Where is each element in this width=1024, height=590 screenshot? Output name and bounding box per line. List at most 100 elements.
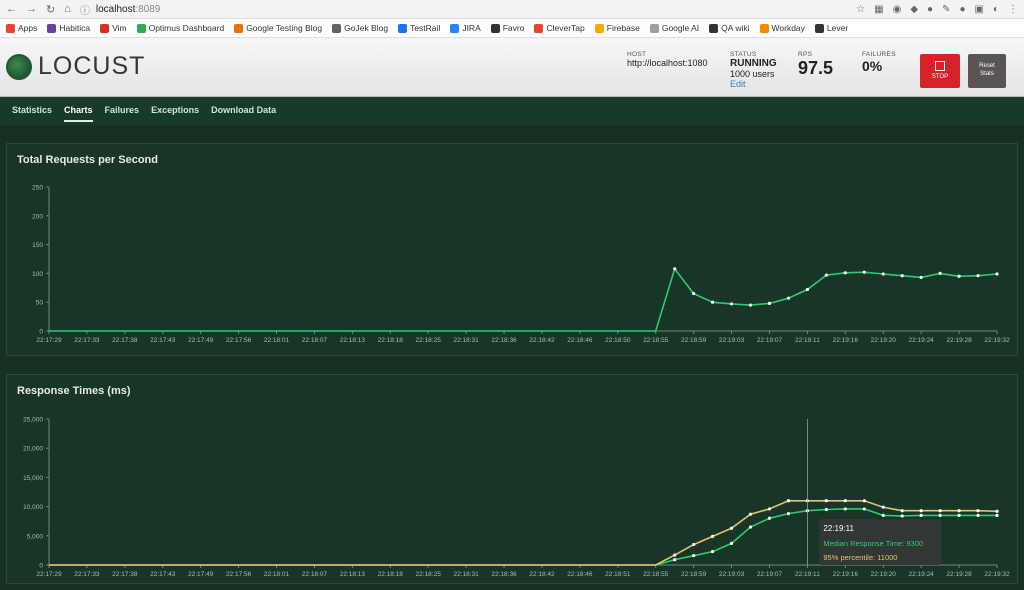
- info-icon[interactable]: ⓘ: [80, 2, 90, 17]
- stop-label: STOP: [931, 74, 949, 80]
- bookmark-item[interactable]: Firebase: [594, 23, 640, 33]
- bookmark-item[interactable]: Apps: [6, 23, 37, 33]
- bookmark-item[interactable]: Lever: [814, 23, 849, 33]
- bookmark-label: Google Testing Blog: [246, 23, 323, 33]
- data-point: [767, 301, 772, 305]
- extension-icon[interactable]: ●: [927, 4, 933, 15]
- data-point: [881, 513, 885, 517]
- bookmark-label: Google AI: [661, 23, 700, 33]
- data-point: [995, 509, 999, 513]
- data-point: [673, 553, 677, 557]
- data-point: [881, 505, 885, 509]
- bookmark-item[interactable]: Favro: [490, 23, 525, 33]
- extension-icon[interactable]: ◉: [893, 4, 902, 15]
- tab-exceptions[interactable]: Exceptions: [151, 105, 199, 122]
- x-tick-label: 22:17:38: [112, 337, 138, 344]
- bookmark-item[interactable]: JIRA: [450, 23, 481, 33]
- rps-value: 97.5: [798, 58, 834, 78]
- data-point: [673, 267, 677, 271]
- x-tick-label: 22:19:24: [909, 571, 935, 578]
- bookmark-icon: [649, 23, 659, 33]
- bookmark-label: Favro: [502, 23, 525, 33]
- edit-link[interactable]: Edit: [730, 79, 777, 89]
- tab-charts[interactable]: Charts: [64, 105, 93, 122]
- x-tick-label: 22:18:50: [605, 337, 631, 344]
- x-tick-label: 22:17:49: [188, 571, 214, 578]
- bookmarks-bar: Apps Habitica Vim Optimus Dashboard Google T…: [0, 19, 1024, 38]
- tab-statistics[interactable]: Statistics: [12, 105, 52, 122]
- bookmark-label: Habitica: [59, 23, 91, 33]
- bookmark-item[interactable]: Optimus Dashboard: [136, 23, 225, 33]
- home-icon[interactable]: ⌂: [64, 3, 71, 15]
- bookmark-item[interactable]: QA wiki: [709, 23, 750, 33]
- bookmark-item[interactable]: Workday: [759, 23, 805, 33]
- profile-avatar[interactable]: ◐: [993, 4, 999, 15]
- bookmark-label: Lever: [826, 23, 849, 33]
- reset-stats-button[interactable]: Reset Stats: [968, 54, 1006, 88]
- y-tick-label: 25,000: [23, 417, 43, 424]
- extension-icon[interactable]: ●: [959, 4, 965, 15]
- rps-stat: RPS 97.5: [798, 51, 833, 79]
- bookmark-item[interactable]: TestRail: [398, 23, 440, 33]
- data-point: [976, 274, 980, 278]
- bookmark-item[interactable]: CleverTap: [534, 23, 585, 33]
- bookmark-label: GoJek Blog: [344, 23, 389, 33]
- x-tick-label: 22:19:07: [757, 337, 783, 344]
- bookmark-item[interactable]: Google AI: [649, 23, 700, 33]
- data-point: [748, 303, 753, 307]
- series-line: [49, 267, 998, 332]
- x-tick-label: 22:18:07: [302, 337, 328, 344]
- bookmark-label: TestRail: [410, 23, 441, 33]
- tab-download-data[interactable]: Download Data: [211, 105, 276, 122]
- rps-label: RPS: [798, 51, 813, 58]
- x-tick-label: 22:17:49: [188, 337, 214, 344]
- back-icon[interactable]: ←: [6, 3, 17, 15]
- bookmark-icon: [332, 23, 342, 33]
- bookmark-item[interactable]: Google Testing Blog: [234, 23, 322, 33]
- bookmark-label: Optimus Dashboard: [148, 23, 225, 33]
- bookmark-icon: [759, 23, 769, 33]
- response-time-chart: 0 5,000 10,000 15,000 20,000 25,000 22:17:29 22…: [23, 417, 1010, 579]
- bookmark-item[interactable]: Vim: [100, 23, 127, 33]
- extension-icon[interactable]: ✎: [942, 4, 950, 15]
- x-tick-label: 22:18:18: [378, 337, 404, 344]
- locust-logo: LOCUST: [6, 52, 145, 81]
- data-point: [900, 274, 904, 278]
- data-point: [748, 525, 753, 529]
- rps-chart-panel: Total Requests per Second 0 50 100 150 200 25…: [6, 143, 1018, 356]
- status-stat: STATUS RUNNING 1000 users Edit: [730, 51, 777, 89]
- data-point: [843, 271, 847, 275]
- data-point: [824, 499, 828, 503]
- bookmark-icon: [136, 23, 146, 33]
- response-time-chart-panel: Response Times (ms) 0 5,000 10,000 15,000 20…: [6, 374, 1018, 584]
- bookmark-icon: [594, 23, 604, 33]
- y-tick-label: 20,000: [23, 446, 43, 453]
- tab-failures[interactable]: Failures: [105, 105, 140, 122]
- x-tick-label: 22:19:28: [946, 571, 972, 578]
- address-bar[interactable]: localhost:8089: [96, 4, 161, 15]
- star-icon[interactable]: ☆: [856, 4, 865, 15]
- bookmark-item[interactable]: Habitica: [47, 23, 90, 33]
- x-tick-label: 22:18:55: [643, 337, 669, 344]
- bookmark-icon: [100, 23, 110, 33]
- x-tick-label: 22:18:01: [264, 337, 290, 344]
- x-tick-label: 22:17:33: [74, 571, 100, 578]
- x-tick-label: 22:18:42: [529, 337, 555, 344]
- x-tick-label: 22:17:56: [226, 337, 252, 344]
- x-tick-label: 22:18:25: [416, 337, 442, 344]
- data-point: [767, 507, 772, 511]
- y-tick-label: 50: [36, 300, 44, 307]
- stop-button[interactable]: STOP: [920, 54, 960, 88]
- reload-icon[interactable]: ↻: [46, 3, 55, 16]
- extension-icon[interactable]: ▦: [874, 4, 883, 15]
- bookmark-item[interactable]: GoJek Blog: [332, 23, 388, 33]
- x-tick-label: 22:18:46: [567, 571, 593, 578]
- data-point: [729, 302, 734, 306]
- host-label: HOST: [627, 51, 647, 58]
- extension-icon[interactable]: ◆: [910, 4, 918, 15]
- forward-icon[interactable]: →: [26, 3, 37, 15]
- url-host: localhost: [95, 3, 136, 15]
- menu-icon[interactable]: ⋮: [1008, 4, 1018, 15]
- data-point: [692, 291, 696, 296]
- extension-icon[interactable]: ▣: [975, 4, 984, 15]
